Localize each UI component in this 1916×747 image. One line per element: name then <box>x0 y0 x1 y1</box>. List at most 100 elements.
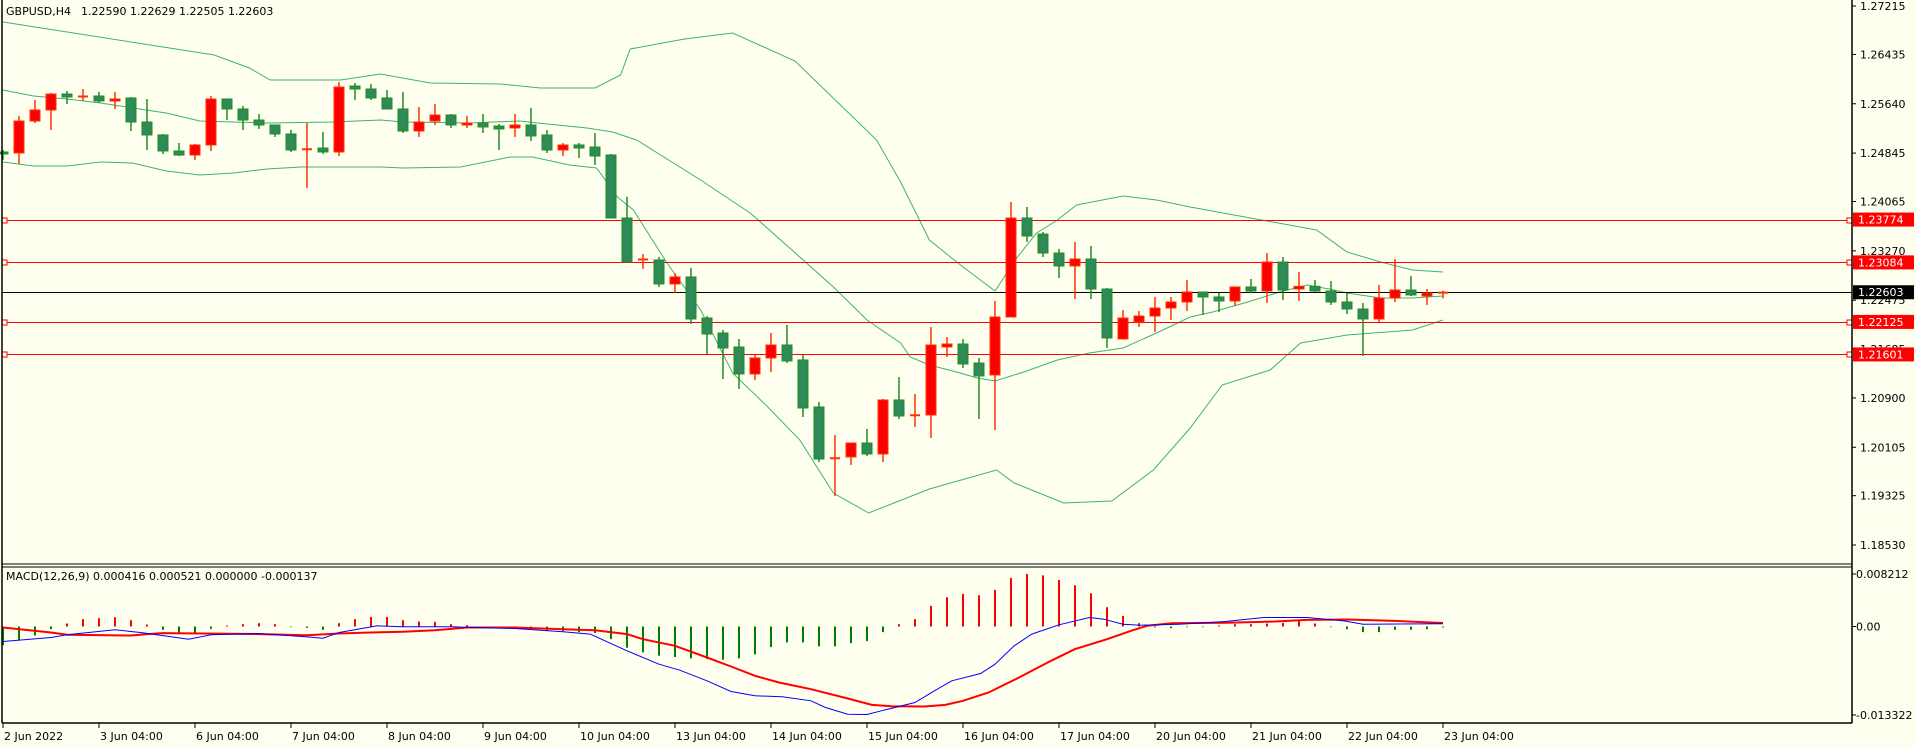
time-tick-label: 13 Jun 04:00 <box>676 730 746 743</box>
candle-body <box>589 146 601 157</box>
candle-body <box>509 124 521 129</box>
time-tick-label: 9 Jun 04:00 <box>484 730 547 743</box>
bear-candle <box>605 153 617 219</box>
price-tick-label: 1.24065 <box>1860 196 1906 209</box>
time-tick-label: 20 Jun 04:00 <box>1156 730 1226 743</box>
candle-body <box>1149 307 1161 317</box>
bull-candle <box>333 81 345 157</box>
level-price-label: 1.23774 <box>1858 214 1904 227</box>
candle-body <box>1309 285 1321 292</box>
price-tick-label: 1.20105 <box>1860 441 1906 454</box>
candle-body <box>1421 292 1433 297</box>
candle-body <box>1293 285 1305 290</box>
candle-body <box>429 114 441 122</box>
candle-body <box>461 122 473 126</box>
candle-body <box>525 124 537 137</box>
candle-body <box>221 98 233 110</box>
time-tick-label: 15 Jun 04:00 <box>868 730 938 743</box>
candle-body <box>1213 296 1225 302</box>
candle-body <box>45 93 57 111</box>
candle-body <box>1197 291 1209 298</box>
candle-body <box>157 134 169 152</box>
candle-body <box>1229 286 1241 302</box>
candle-body <box>845 442 857 458</box>
candle-body <box>877 399 889 455</box>
time-tick-label: 3 Jun 04:00 <box>100 730 163 743</box>
bear-candle <box>653 256 665 287</box>
candle-body <box>317 147 329 153</box>
trading-chart[interactable]: 1.272151.264351.256401.248451.240651.232… <box>0 0 1916 747</box>
candle-body <box>573 144 585 149</box>
time-tick-label: 17 Jun 04:00 <box>1060 730 1130 743</box>
time-tick-label: 21 Jun 04:00 <box>1252 730 1322 743</box>
bull-candle <box>877 398 889 462</box>
time-tick-label: 10 Jun 04:00 <box>580 730 650 743</box>
candle-body <box>269 124 281 135</box>
candle-body <box>749 357 761 375</box>
level-price-label: 1.22125 <box>1858 316 1904 329</box>
candle-body <box>413 121 425 132</box>
candle-body <box>1373 297 1385 320</box>
time-tick-label: 7 Jun 04:00 <box>292 730 355 743</box>
price-tick-label: 1.20900 <box>1860 392 1906 405</box>
candle-body <box>13 120 25 154</box>
candle-body <box>765 344 777 359</box>
candle-body <box>1037 233 1049 254</box>
candle-body <box>605 154 617 219</box>
level-price-label: 1.21601 <box>1858 348 1904 361</box>
candle-body <box>941 343 953 348</box>
candle-body <box>861 442 873 455</box>
level-price-label: 1.23084 <box>1858 256 1904 269</box>
candle-body <box>93 95 105 102</box>
bear-candle <box>157 133 169 154</box>
candle-body <box>701 317 713 335</box>
candle-body <box>205 98 217 146</box>
bear-candle <box>797 354 809 417</box>
candle-body <box>669 276 681 285</box>
candle-body <box>1085 258 1097 290</box>
candle-body <box>733 346 745 375</box>
candle-body <box>1261 261 1273 292</box>
candle-body <box>173 150 185 156</box>
time-tick-label: 14 Jun 04:00 <box>772 730 842 743</box>
macd-tick-label: 0.008212 <box>1856 568 1909 581</box>
bull-candle <box>1005 202 1017 318</box>
candle-body <box>781 344 793 362</box>
candle-body <box>797 359 809 409</box>
candle-body <box>109 98 121 102</box>
symbol-label: GBPUSD,H4 1.22590 1.22629 1.22505 1.22603 <box>6 5 273 18</box>
candle-body <box>1133 315 1145 323</box>
candle-body <box>557 144 569 151</box>
candle-body <box>0 151 9 155</box>
price-tick-label: 1.26435 <box>1860 48 1906 61</box>
time-tick-label: 2 Jun 2022 <box>4 730 63 743</box>
candle-body <box>1181 291 1193 303</box>
candle-body <box>1117 317 1129 340</box>
candle-body <box>653 259 665 285</box>
candle-body <box>717 332 729 349</box>
candle-body <box>1341 301 1353 310</box>
time-tick-label: 16 Jun 04:00 <box>964 730 1034 743</box>
level-price-label: 1.22603 <box>1858 286 1904 299</box>
candle-body <box>1389 289 1401 299</box>
price-tick-label: 1.27215 <box>1860 0 1906 13</box>
candle-body <box>1101 288 1113 339</box>
candle-body <box>1277 261 1289 291</box>
candle-body <box>61 93 73 98</box>
candle-body <box>237 108 249 121</box>
candle-body <box>253 119 265 126</box>
candle-body <box>925 344 937 416</box>
candle-body <box>445 114 457 126</box>
candle-body <box>397 108 409 132</box>
candle-body <box>973 362 985 377</box>
candle-body <box>125 97 137 123</box>
price-tick-label: 1.18530 <box>1860 539 1906 552</box>
candle-body <box>477 122 489 128</box>
candle-body <box>1005 217 1017 318</box>
candle-body <box>349 85 361 90</box>
ohlc-values: 1.22590 1.22629 1.22505 1.22603 <box>81 5 273 18</box>
candle-body <box>621 217 633 263</box>
bear-candle <box>1037 231 1049 257</box>
candle-body <box>189 144 201 156</box>
candle-body <box>1357 308 1369 320</box>
